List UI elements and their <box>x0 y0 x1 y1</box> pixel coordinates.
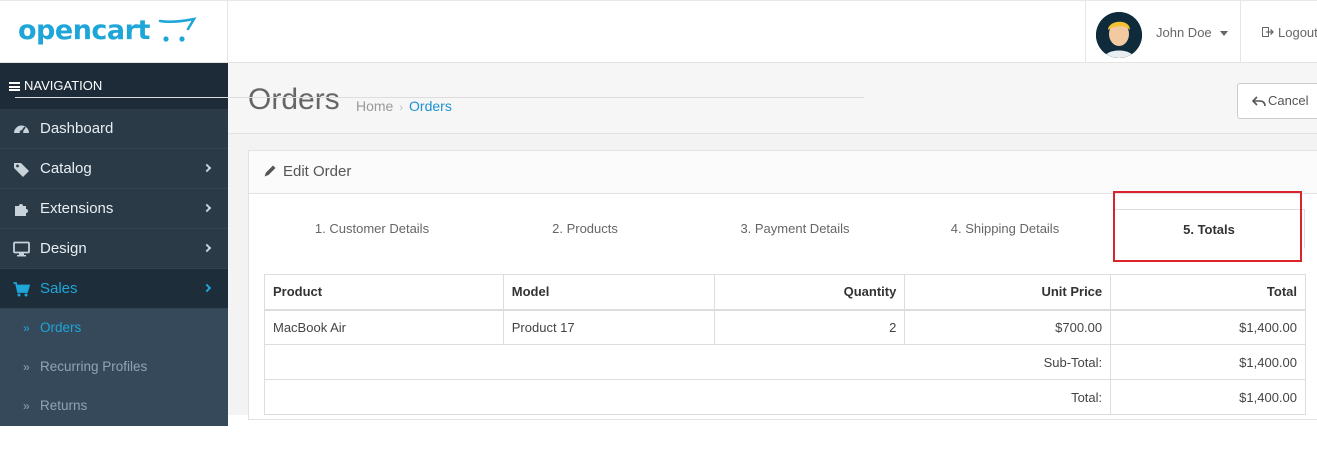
chevron-right-icon <box>202 283 212 293</box>
tabs-divider <box>15 97 864 98</box>
sidebar-subitem-label: Recurring Profiles <box>40 359 148 374</box>
sidebar-subitem-label: Orders <box>40 320 82 335</box>
navigation-heading-label: NAVIGATION <box>24 78 103 93</box>
tab-products[interactable]: 2. Products <box>480 209 690 249</box>
column-header-model: Model <box>502 274 715 311</box>
tab-customer-details[interactable]: 1. Customer Details <box>264 209 480 249</box>
sidebar-item-label: Design <box>40 240 87 257</box>
chevron-right-icon <box>202 203 212 213</box>
column-header-total: Total <box>1110 274 1306 311</box>
desktop-icon <box>13 241 30 257</box>
chevron-right-icon <box>202 243 212 253</box>
sidebar-item-sales[interactable]: Sales <box>0 269 228 309</box>
cell-quantity: 2 <box>713 309 906 345</box>
puzzle-icon <box>15 204 28 216</box>
total-label: Total: <box>263 379 1112 415</box>
breadcrumb-home[interactable]: Home <box>356 98 393 114</box>
cancel-button[interactable]: Cancel <box>1237 83 1317 119</box>
order-totals-table: Product Model Quantity Unit Price Total … <box>263 274 1306 415</box>
table-header-row: Product Model Quantity Unit Price Total <box>264 274 1306 311</box>
sidebar-item-label: Sales <box>40 280 78 297</box>
sidebar-item-label: Dashboard <box>40 120 114 137</box>
subtotal-label: Sub-Total: <box>263 344 1112 380</box>
chevron-right-icon <box>202 163 212 173</box>
double-chevron-icon: » <box>23 321 30 335</box>
tab-shipping-details[interactable]: 4. Shipping Details <box>900 209 1110 249</box>
chevron-down-icon[interactable] <box>1220 31 1228 36</box>
sidebar-item-design[interactable]: Design <box>0 229 228 269</box>
tags-icon <box>14 163 29 177</box>
dashboard-icon <box>14 125 29 134</box>
opencart-logo[interactable]: opencart <box>18 15 150 46</box>
sidebar-item-catalog[interactable]: Catalog <box>0 149 228 189</box>
sidebar-subitem-label: Returns <box>40 398 88 413</box>
cell-product: MacBook Air <box>264 309 504 345</box>
breadcrumb: Home › Orders <box>356 98 452 114</box>
subtotal-row: Sub-Total: $1,400.00 <box>263 344 1306 380</box>
sidebar: NAVIGATION Dashboard Catalog Extensions … <box>0 63 228 426</box>
table-row: MacBook Air Product 17 2 $700.00 $1,400.… <box>264 309 1306 345</box>
sidebar-subitem-orders[interactable]: » Orders <box>0 309 228 348</box>
double-chevron-icon: » <box>23 399 30 413</box>
sidebar-subitem-recurring-profiles[interactable]: » Recurring Profiles <box>0 348 228 387</box>
navigation-heading: NAVIGATION <box>0 63 228 109</box>
top-header: opencart John Doe Logout <box>0 0 1317 63</box>
subtotal-value: $1,400.00 <box>1110 344 1306 380</box>
pencil-icon <box>264 165 276 177</box>
cell-total: $1,400.00 <box>1110 309 1306 345</box>
sign-out-icon <box>1262 27 1274 37</box>
sidebar-item-dashboard[interactable]: Dashboard <box>0 109 228 149</box>
breadcrumb-orders[interactable]: Orders <box>409 98 452 114</box>
sidebar-item-label: Catalog <box>40 160 92 177</box>
panel-heading-label: Edit Order <box>283 163 352 180</box>
cancel-button-label: Cancel <box>1268 93 1309 108</box>
user-menu[interactable]: John Doe <box>1085 1 1241 63</box>
column-header-unit-price: Unit Price <box>904 274 1112 311</box>
cell-unit-price: $700.00 <box>904 309 1112 345</box>
column-header-quantity: Quantity <box>713 274 906 311</box>
panel-heading: Edit Order <box>249 151 1317 194</box>
logout-link[interactable]: Logout <box>1262 25 1317 40</box>
total-row: Total: $1,400.00 <box>263 379 1306 415</box>
breadcrumb-separator: › <box>399 102 404 114</box>
reply-icon <box>1252 96 1266 106</box>
avatar[interactable] <box>1096 12 1142 58</box>
page-title: Orders <box>248 83 340 116</box>
double-chevron-icon: » <box>23 360 30 374</box>
sidebar-item-extensions[interactable]: Extensions <box>0 189 228 229</box>
logo-cart-icon <box>158 17 197 42</box>
cart-icon <box>13 282 30 297</box>
logo-area[interactable]: opencart <box>0 1 228 63</box>
page-header: Orders Home › Orders Cancel <box>228 63 1317 134</box>
tab-totals[interactable]: 5. Totals <box>1113 209 1305 249</box>
cell-model: Product 17 <box>502 309 715 345</box>
total-value: $1,400.00 <box>1110 379 1306 415</box>
tab-payment-details[interactable]: 3. Payment Details <box>690 209 900 249</box>
sidebar-item-label: Extensions <box>40 200 114 217</box>
sidebar-subitem-returns[interactable]: » Returns <box>0 387 228 426</box>
logout-label[interactable]: Logout <box>1278 25 1317 40</box>
user-name[interactable]: John Doe <box>1156 25 1212 40</box>
column-header-product: Product <box>264 274 504 311</box>
bars-icon <box>9 82 20 91</box>
